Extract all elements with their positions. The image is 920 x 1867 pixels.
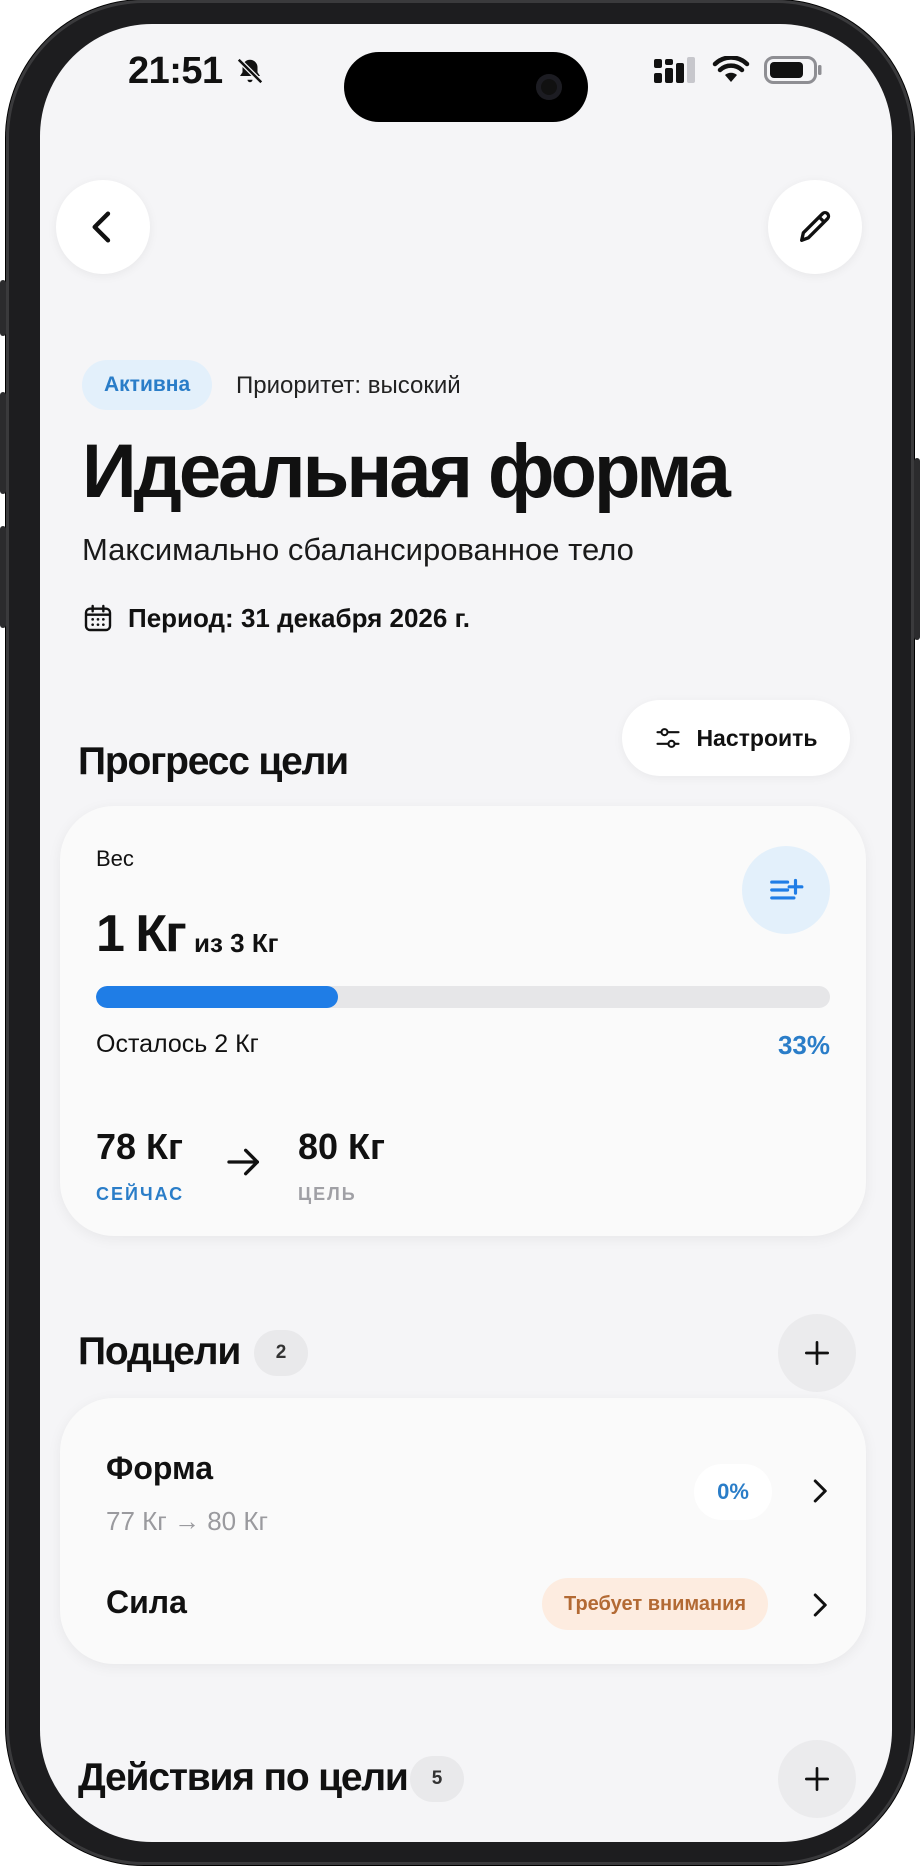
add-entry-button[interactable] [742, 846, 830, 934]
configure-label: Настроить [696, 724, 818, 751]
phone-frame: 21:51 Активна Приоритет: высокий Идеальн… [0, 0, 920, 1865]
plus-icon [805, 1767, 829, 1791]
start-value: 78 Кг [96, 1126, 184, 1167]
remaining-text: Осталось 2 Кг [96, 1030, 259, 1058]
status-time: 21:51 [128, 50, 265, 93]
goal-period: Период: 31 декабря 2026 г. [82, 602, 470, 634]
subgoals-count-badge: 2 [254, 1330, 308, 1376]
plus-icon [805, 1341, 829, 1365]
subgoals-card: Форма 77 Кг → 80 Кг 0% Сила Требует вним… [60, 1398, 866, 1664]
subgoal-range: 77 Кг → 80 Кг [106, 1506, 268, 1536]
goal-value: 80 Кг [298, 1126, 386, 1167]
add-entry-icon [770, 878, 804, 900]
volume-down-button [0, 526, 6, 628]
priority-label: Приоритет: высокий [236, 372, 461, 399]
app-screen: 21:51 Активна Приоритет: высокий Идеальн… [40, 24, 892, 1842]
progress-bar-fill [96, 986, 339, 1008]
target-progress: из 3 Кг [194, 928, 279, 958]
signal-icon [654, 57, 695, 83]
back-icon [92, 211, 111, 243]
subgoal-item[interactable]: Сила Требует внимания [60, 1538, 866, 1648]
add-action-button[interactable] [778, 1740, 856, 1818]
goal-caption: ЦЕЛЬ [298, 1184, 357, 1204]
period-text: Период: 31 декабря 2026 г. [128, 602, 471, 633]
chevron-right-icon [813, 1593, 827, 1617]
side-button [0, 280, 6, 336]
back-button[interactable] [56, 180, 150, 274]
progress-card: Вес 1 Кг из 3 Кг Осталось 2 Кг 33% 78 Кг… [60, 806, 866, 1236]
actions-count-badge: 5 [410, 1756, 464, 1802]
bell-off-icon [236, 57, 263, 85]
subgoal-progress-badge: 0% [694, 1464, 772, 1520]
power-button [914, 458, 920, 640]
wifi-icon [712, 56, 750, 82]
actions-section-title: Действия по цели [78, 1756, 409, 1799]
attention-badge: Требует внимания [542, 1578, 769, 1630]
page-title: Идеальная форма [82, 429, 731, 514]
goal-description: Максимально сбалансированное тело [82, 532, 634, 567]
add-subgoal-button[interactable] [778, 1314, 856, 1392]
arrow-right-icon [227, 1148, 259, 1176]
status-icons [654, 56, 822, 84]
subgoals-section-title: Подцели [78, 1330, 241, 1373]
calendar-icon [84, 604, 112, 632]
configure-button[interactable]: Настроить [622, 700, 850, 776]
sliders-icon [656, 728, 680, 748]
progress-section-title: Прогресс цели [78, 740, 349, 783]
volume-up-button [0, 392, 6, 494]
dynamic-island [344, 52, 588, 122]
metric-label: Вес [96, 846, 134, 871]
current-progress: 1 Кг [96, 905, 187, 963]
subgoal-item[interactable]: Форма 77 Кг → 80 Кг 0% [60, 1398, 866, 1536]
edit-icon [800, 210, 831, 242]
battery-icon [764, 56, 822, 84]
subgoal-name: Форма [106, 1450, 214, 1486]
status-badge: Активна [82, 360, 213, 410]
chevron-right-icon [813, 1479, 827, 1503]
progress-bar [96, 986, 830, 1008]
subgoal-name: Сила [106, 1584, 187, 1620]
edit-button[interactable] [768, 180, 862, 274]
start-caption: СЕЙЧАС [96, 1184, 185, 1204]
progress-percent: 33% [777, 1030, 830, 1060]
